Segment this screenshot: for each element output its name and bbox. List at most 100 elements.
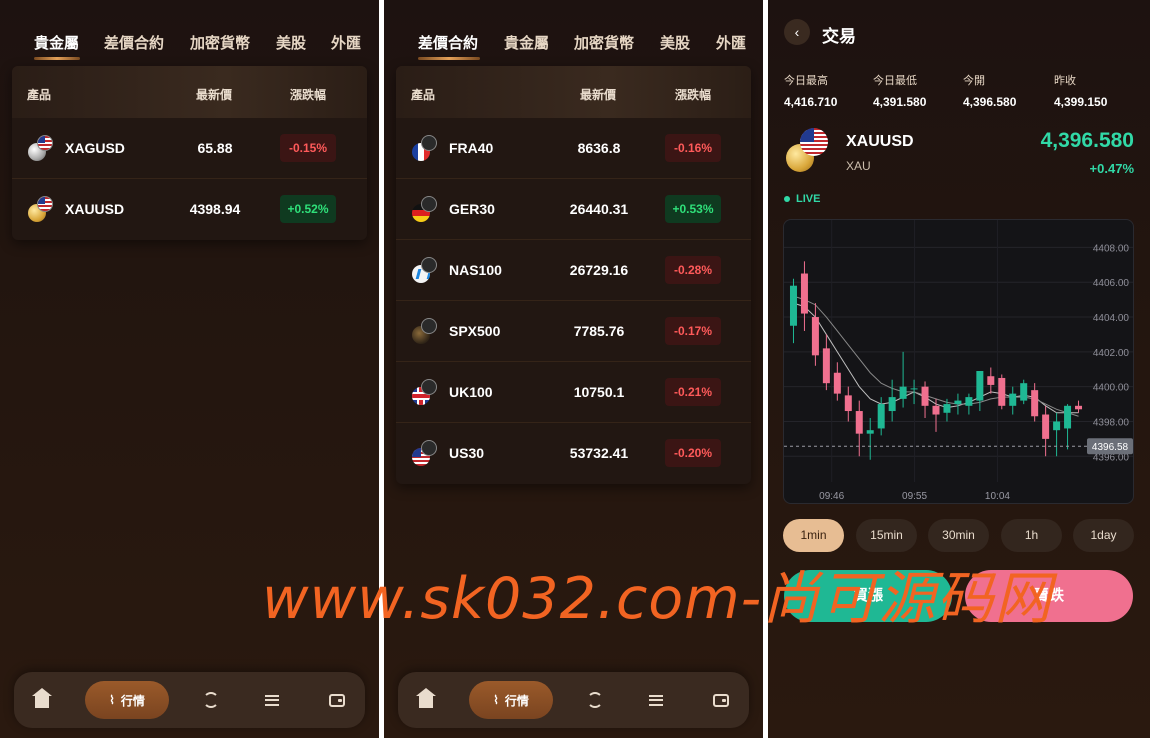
- tab-crypto[interactable]: 加密貨幣: [190, 32, 250, 53]
- table-row[interactable]: FRA40 8636.8 -0.16%: [396, 118, 751, 179]
- last-price: 26440.31: [569, 201, 629, 217]
- y-tick-label: 4408.00: [1093, 243, 1130, 254]
- symbol: FRA40: [449, 140, 494, 156]
- candle-body: [998, 377, 1006, 406]
- table-header: 產品 最新價 漲跌幅: [396, 66, 751, 118]
- gold-coin-icon: [786, 128, 828, 172]
- table-row[interactable]: UK100 10750.1 -0.21%: [396, 362, 751, 423]
- x-tick-label: 09:46: [819, 491, 844, 502]
- candle-body: [921, 386, 929, 406]
- x-tick-label: 09:55: [902, 491, 927, 502]
- table-row[interactable]: SPX500 7785.76 -0.17%: [396, 301, 751, 362]
- wallet-icon[interactable]: [707, 686, 735, 714]
- header-product: 產品: [411, 88, 436, 102]
- table-row[interactable]: NAS100 26729.16 -0.28%: [396, 240, 751, 301]
- chevron-left-icon: ‹: [794, 24, 800, 40]
- header-price: 最新價: [580, 88, 617, 102]
- symbol: NAS100: [449, 262, 502, 278]
- candle-body: [965, 397, 973, 406]
- exchange-icon[interactable]: [197, 686, 225, 714]
- change-badge: -0.17%: [665, 317, 721, 345]
- silver-coin-icon: [28, 135, 54, 161]
- candle-body: [954, 400, 962, 405]
- stat-value-prev-close: 4,399.150: [1054, 95, 1108, 109]
- table-row[interactable]: US30 53732.41 -0.20%: [396, 423, 751, 484]
- y-tick-label: 4400.00: [1093, 383, 1130, 394]
- exchange-icon[interactable]: [581, 686, 609, 714]
- active-tab-indicator: [34, 57, 80, 60]
- stat-label-low: 今日最低: [873, 75, 917, 87]
- list-icon[interactable]: [258, 686, 286, 714]
- change-badge: -0.28%: [665, 256, 721, 284]
- list-icon[interactable]: [642, 686, 670, 714]
- x-tick-label: 10:04: [985, 491, 1010, 502]
- stat-label-prev-close: 昨收: [1054, 75, 1076, 87]
- candle-body: [866, 430, 874, 434]
- symbol: GER30: [449, 201, 495, 217]
- tab-metals[interactable]: 貴金屬: [34, 32, 79, 53]
- candle-body: [987, 376, 995, 385]
- timeframe-1min[interactable]: 1min: [783, 519, 844, 552]
- candle-body: [833, 372, 841, 394]
- instrument-sub: XAU: [846, 159, 871, 173]
- candle-body: [910, 388, 918, 390]
- symbol: XAUUSD: [65, 201, 125, 217]
- uk-flag-icon: [412, 379, 438, 405]
- spx-icon: [412, 318, 438, 344]
- candle-body: [1031, 390, 1039, 417]
- us-flag-icon: [412, 440, 438, 466]
- table-row[interactable]: GER30 26440.31 +0.53%: [396, 179, 751, 240]
- tab-metals[interactable]: 貴金屬: [504, 32, 549, 53]
- instrument-symbol: XAUUSD: [846, 133, 914, 150]
- candle-body: [811, 317, 819, 356]
- candle-body: [877, 404, 885, 429]
- last-price: 65.88: [197, 140, 233, 156]
- france-flag-icon: [412, 135, 438, 161]
- live-label: LIVE: [796, 193, 821, 205]
- home-icon[interactable]: [412, 686, 440, 714]
- change-badge: +0.53%: [665, 195, 721, 223]
- page-title: 交易: [822, 27, 856, 46]
- timeframe-1day[interactable]: 1day: [1073, 519, 1134, 552]
- last-price: 7785.76: [573, 323, 625, 339]
- germany-flag-icon: [412, 196, 438, 222]
- market-table: 產品 最新價 漲跌幅 FRA40 8636.8 -0.16% GER30 264…: [396, 66, 751, 484]
- nav-markets-label: 行情: [120, 693, 145, 708]
- candlestick-chart[interactable]: 4408.00 4406.00 4404.00 4402.00 4400.00 4398.…: [783, 219, 1134, 504]
- back-button[interactable]: ‹: [784, 19, 810, 45]
- nav-markets-label: 行情: [504, 693, 529, 708]
- tab-cfd[interactable]: 差價合約: [104, 32, 164, 53]
- change-badge: -0.16%: [665, 134, 721, 162]
- last-price: 10750.1: [573, 384, 625, 400]
- table-row[interactable]: XAUUSD 4398.94 +0.52%: [12, 179, 367, 240]
- tab-us-stocks[interactable]: 美股: [276, 32, 306, 53]
- stat-label-high: 今日最高: [784, 75, 828, 87]
- tab-us-stocks[interactable]: 美股: [660, 32, 690, 53]
- y-tick-label: 4402.00: [1093, 348, 1130, 359]
- live-indicator: LIVE: [784, 193, 820, 205]
- tab-crypto[interactable]: 加密貨幣: [574, 32, 634, 53]
- timeframe-30min[interactable]: 30min: [928, 519, 989, 552]
- header-change: 漲跌幅: [675, 88, 712, 102]
- tab-forex[interactable]: 外匯: [331, 32, 361, 53]
- candle-body: [1064, 405, 1072, 429]
- tab-cfd[interactable]: 差價合約: [418, 32, 478, 53]
- timeframe-15min[interactable]: 15min: [856, 519, 917, 552]
- tab-forex[interactable]: 外匯: [716, 32, 746, 53]
- home-icon[interactable]: [28, 686, 56, 714]
- table-row[interactable]: XAGUSD 65.88 -0.15%: [12, 118, 367, 179]
- candle-body: [976, 371, 984, 401]
- nav-markets-button[interactable]: ⌇ 行情: [469, 681, 553, 719]
- stat-value-low: 4,391.580: [873, 95, 927, 109]
- candle-body: [1053, 421, 1061, 431]
- bottom-nav: ⌇ 行情: [398, 672, 749, 728]
- current-price-label: 4396.58: [1092, 442, 1129, 453]
- wallet-icon[interactable]: [323, 686, 351, 714]
- timeframe-1h[interactable]: 1h: [1001, 519, 1062, 552]
- nav-markets-button[interactable]: ⌇ 行情: [85, 681, 169, 719]
- change-badge: -0.15%: [280, 134, 336, 162]
- candle-body: [1042, 414, 1050, 439]
- bottom-nav: ⌇ 行情: [14, 672, 365, 728]
- chart-svg: 4408.00 4406.00 4404.00 4402.00 4400.00 4398.…: [784, 220, 1133, 502]
- gold-coin-icon: [28, 196, 54, 222]
